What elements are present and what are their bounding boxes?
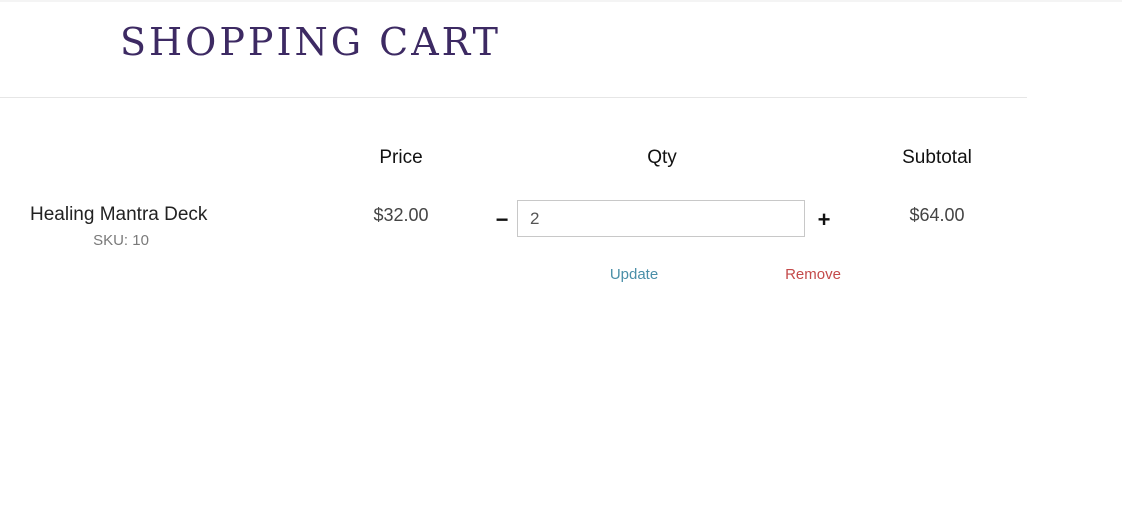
page-title: SHOPPING CART xyxy=(120,20,501,64)
item-subtotal: $64.00 xyxy=(909,205,965,225)
column-header-subtotal: Subtotal xyxy=(902,147,972,168)
item-price: $32.00 xyxy=(373,205,429,225)
product-sku: SKU: 10 xyxy=(93,232,149,249)
product-name[interactable]: Healing Mantra Deck xyxy=(30,204,207,226)
column-header-price: Price xyxy=(379,147,423,168)
shopping-cart-page: SHOPPING CART Price Qty Subtotal Healing… xyxy=(0,0,1122,510)
page-header: SHOPPING CART xyxy=(0,2,1027,98)
quantity-input[interactable] xyxy=(517,200,805,237)
remove-link[interactable]: Remove xyxy=(785,266,841,283)
column-header-qty: Qty xyxy=(647,147,677,168)
update-link[interactable]: Update xyxy=(610,266,658,283)
increment-quantity-button[interactable]: + xyxy=(814,207,834,233)
decrement-quantity-button[interactable]: − xyxy=(492,207,512,233)
